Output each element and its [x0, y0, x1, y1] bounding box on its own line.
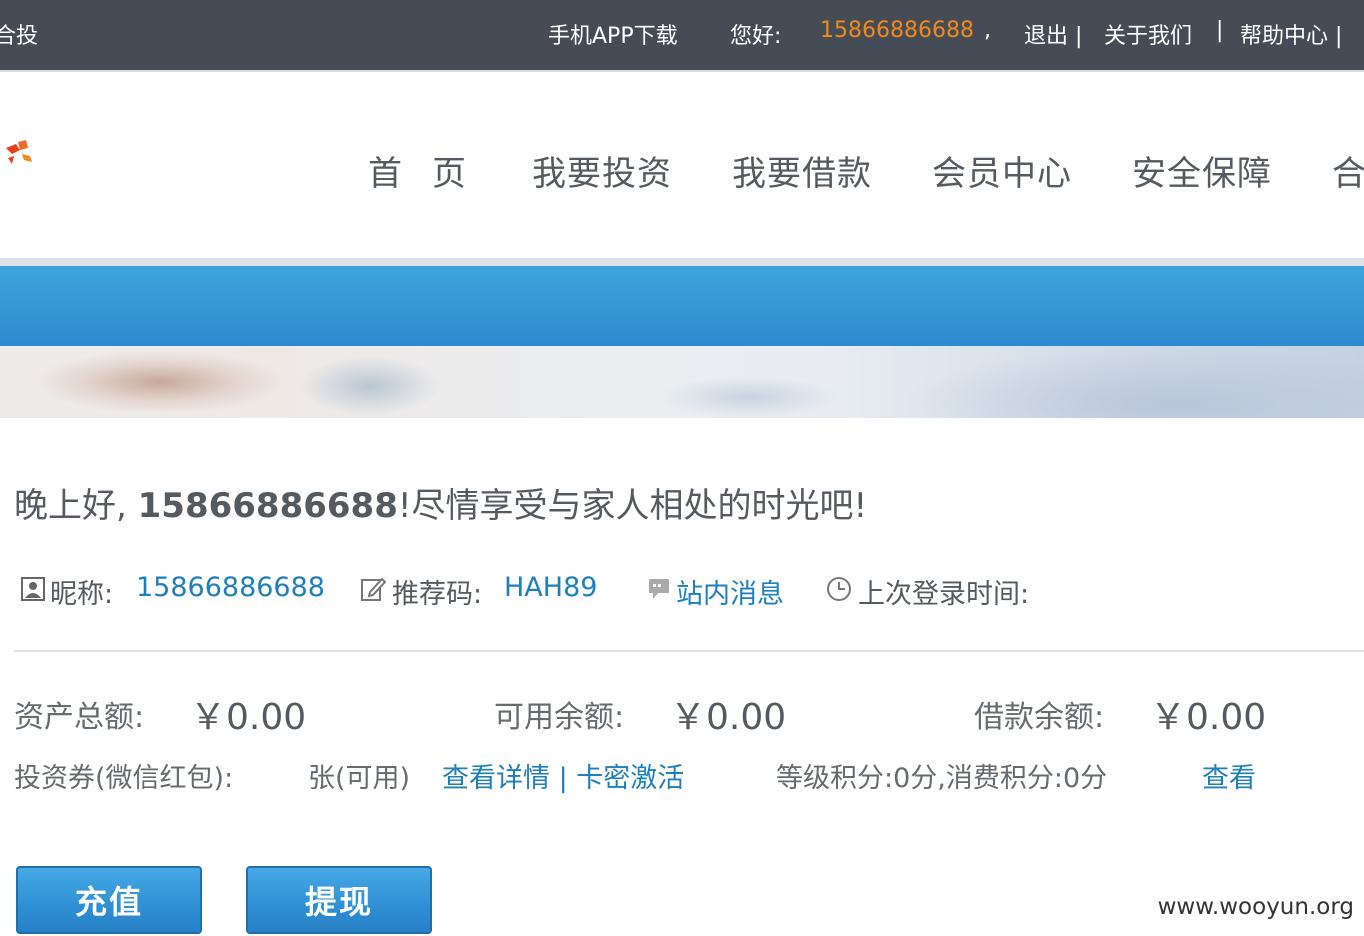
loan-balance-label: 借款余额: — [974, 700, 1105, 735]
voucher-links[interactable]: 查看详情 | 卡密激活 — [442, 756, 684, 795]
greeting-suffix: !尽情享受与家人相处的时光吧! — [397, 486, 868, 526]
clock-icon — [827, 577, 851, 601]
separator: | — [1216, 18, 1224, 43]
header-divider — [0, 258, 1364, 266]
withdraw-button[interactable]: 提现 — [246, 866, 432, 934]
points-text: 等级积分:0分,消费积分:0分 — [776, 763, 1108, 794]
banner-image — [0, 346, 1364, 418]
greeting-user: 15866886688 — [137, 486, 398, 526]
voucher-count: 张(可用) — [308, 763, 411, 794]
greeting-prefix: 晚上好, — [14, 486, 138, 526]
referral-label: 推荐码: — [392, 579, 483, 610]
about-us-link[interactable]: 关于我们 — [1104, 18, 1192, 50]
brand-fragment: 合投 — [0, 24, 39, 49]
logo-icon[interactable] — [2, 136, 36, 170]
header: 首页 我要投资 我要借款 会员中心 安全保障 合 — [0, 72, 1364, 258]
username-link[interactable]: 15866886688 — [820, 18, 974, 43]
available-balance-value: ￥0.00 — [670, 697, 787, 738]
total-assets-value: ￥0.00 — [190, 697, 307, 738]
nav-security[interactable]: 安全保障 — [1132, 146, 1272, 195]
comma-separator: , — [984, 18, 991, 43]
greeting: 晚上好, 15866886688!尽情享受与家人相处的时光吧! — [14, 478, 867, 527]
nav-home[interactable]: 首页 — [368, 146, 496, 195]
help-center-link[interactable]: 帮助中心 | — [1240, 18, 1342, 50]
site-messages-link[interactable]: 站内消息 — [676, 572, 784, 611]
blue-banner — [0, 266, 1364, 346]
page: 合投 手机APP下载 您好: 15866886688 , 退出 | 关于我们 |… — [0, 0, 1364, 936]
nav-cut-item[interactable]: 合 — [1332, 146, 1364, 195]
top-bar: 合投 手机APP下载 您好: 15866886688 , 退出 | 关于我们 |… — [0, 0, 1364, 70]
available-balance-label: 可用余额: — [494, 700, 625, 735]
total-assets-label: 资产总额: — [14, 700, 145, 735]
nav-invest[interactable]: 我要投资 — [532, 146, 672, 195]
nav-borrow[interactable]: 我要借款 — [732, 146, 872, 195]
hello-label: 您好: — [730, 24, 782, 49]
profile-icon — [21, 577, 45, 601]
app-download-link[interactable]: 手机APP下载 — [548, 18, 678, 50]
section-divider — [14, 650, 1364, 652]
nav-member-center[interactable]: 会员中心 — [932, 146, 1072, 195]
last-login-label: 上次登录时间: — [858, 579, 1030, 610]
loan-balance-value: ￥0.00 — [1150, 697, 1267, 738]
logout-link[interactable]: 退出 | — [1024, 18, 1082, 50]
voucher-label: 投资券(微信红包): — [14, 763, 234, 794]
recharge-button[interactable]: 充值 — [16, 866, 202, 934]
nickname-value: 15866886688 — [136, 572, 325, 603]
nickname-label: 昵称: — [50, 579, 114, 610]
user-info-row: 昵称: 15866886688 推荐码: HAH89 站内消息 上次登录时间: — [0, 568, 1364, 612]
message-icon — [649, 579, 669, 599]
watermark: www.wooyun.org — [1157, 894, 1354, 920]
edit-icon — [361, 577, 386, 601]
view-points-link[interactable]: 查看 — [1202, 756, 1256, 795]
referral-value: HAH89 — [504, 572, 598, 603]
